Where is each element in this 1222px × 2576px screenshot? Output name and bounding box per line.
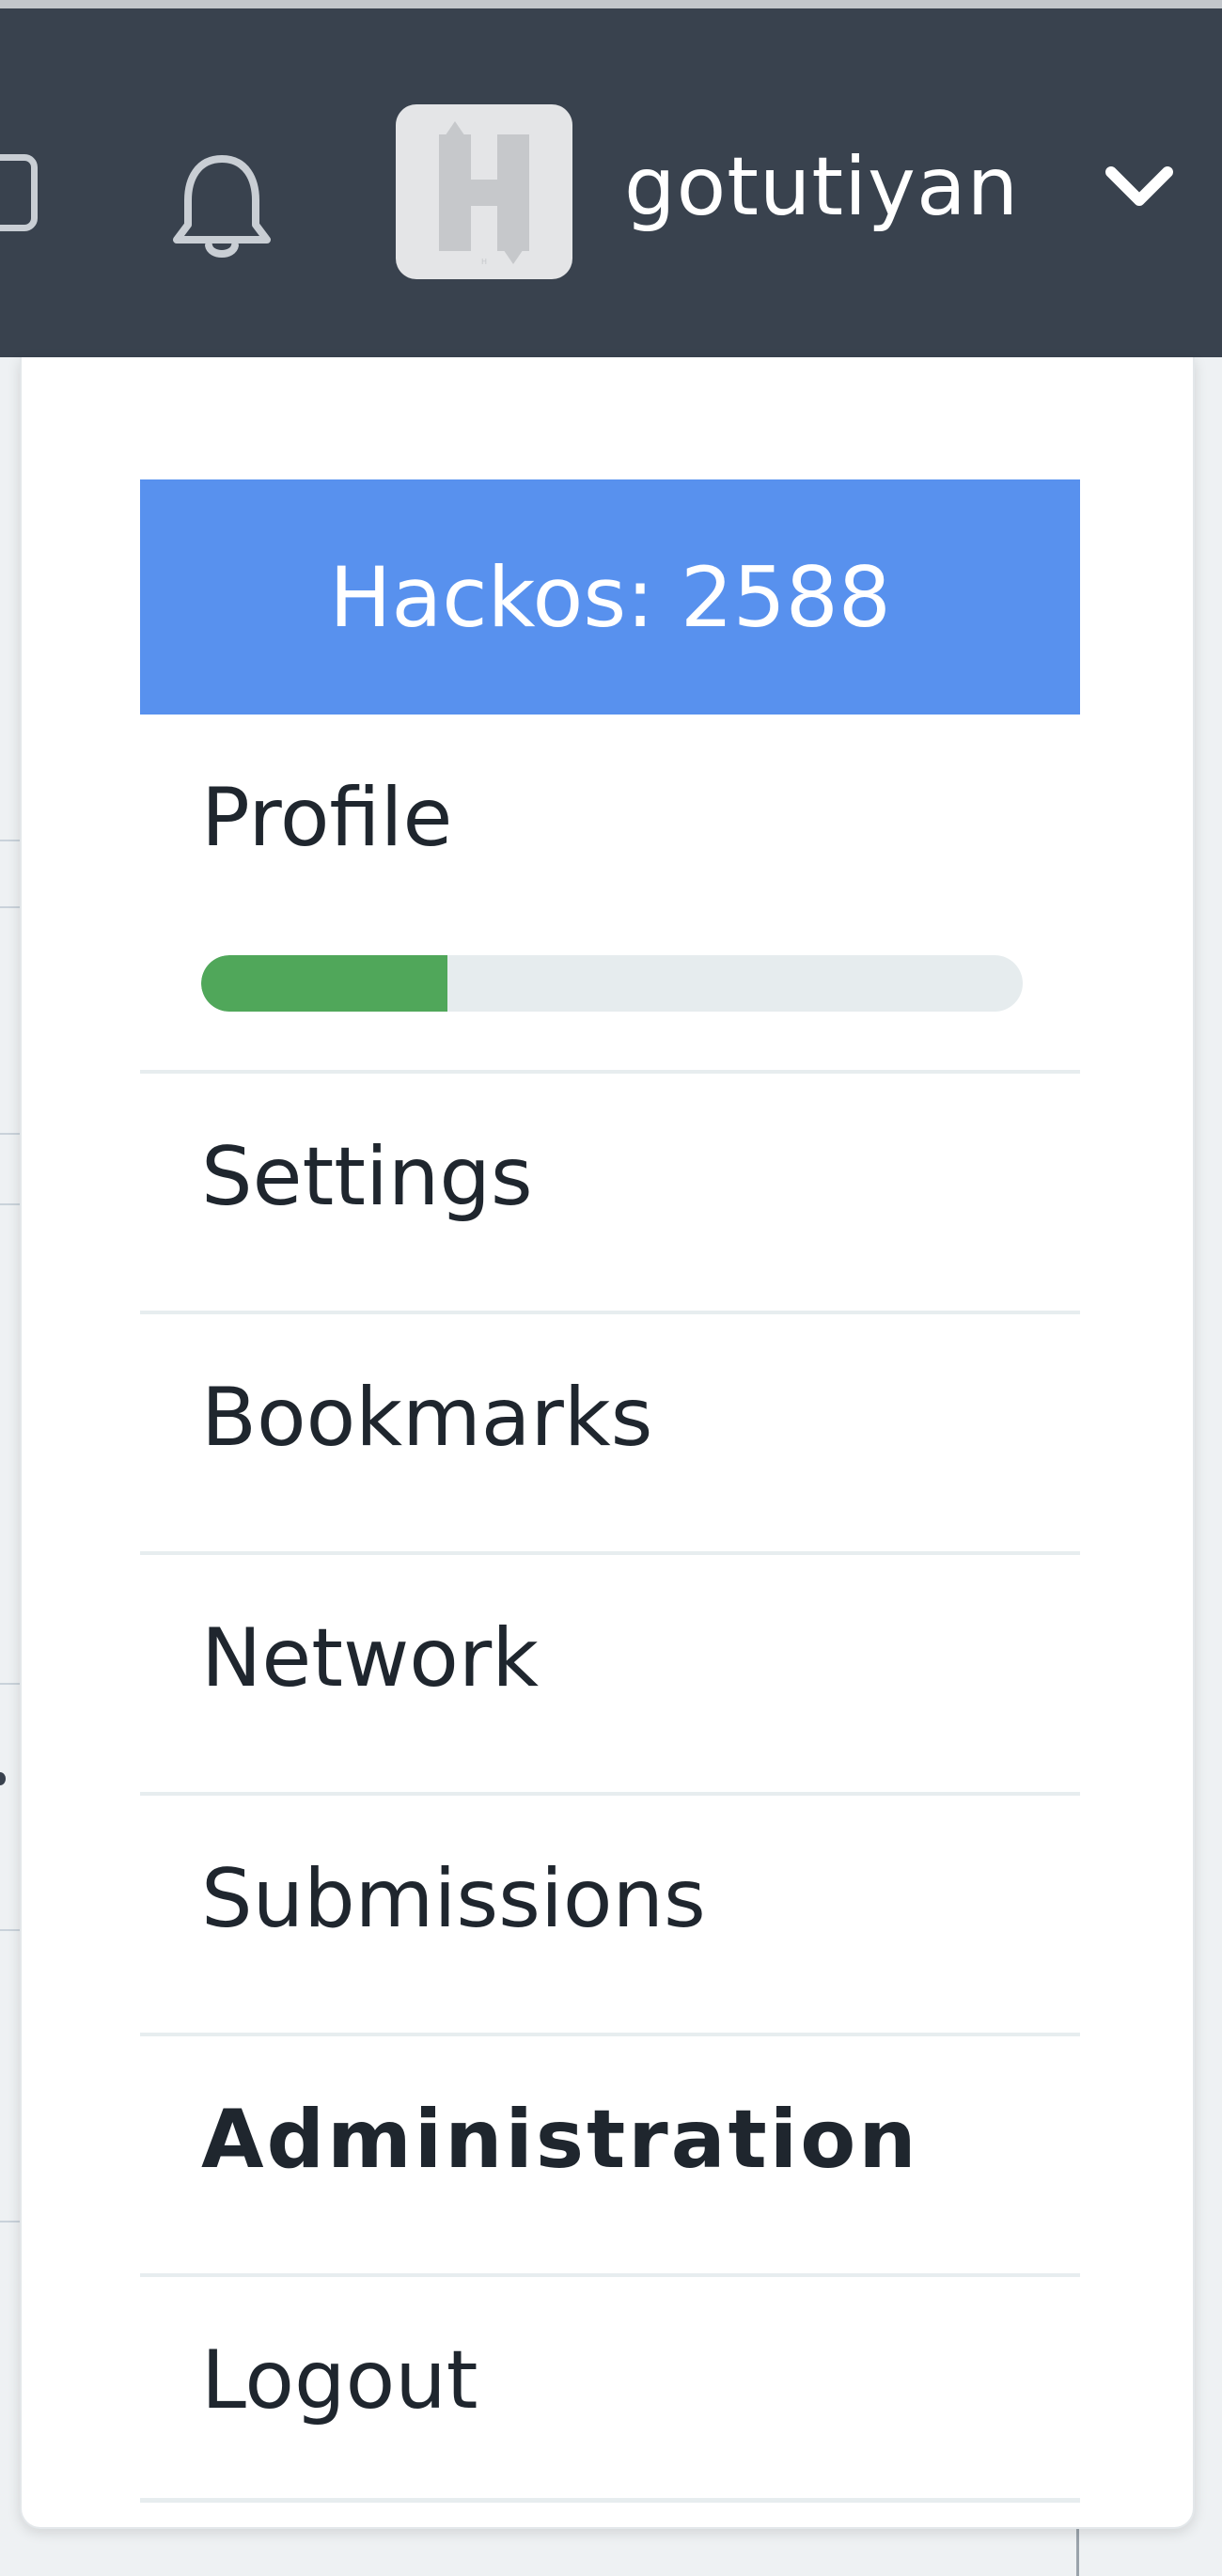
chevron-down-icon[interactable] bbox=[1102, 161, 1177, 213]
menu-item-settings[interactable]: Settings bbox=[140, 1074, 1080, 1314]
avatar-logo-icon: H bbox=[439, 121, 529, 266]
user-dropdown-menu: Hackos: 2588 Profile Settings Bookmarks … bbox=[20, 357, 1195, 2529]
menu-item-label: Settings bbox=[201, 1130, 533, 1224]
background-dot bbox=[0, 1772, 6, 1785]
menu-item-submissions[interactable]: Submissions bbox=[140, 1796, 1080, 2036]
menu-item-network[interactable]: Network bbox=[140, 1555, 1080, 1796]
menu-item-label: Network bbox=[201, 1611, 540, 1705]
menu-item-administration[interactable]: Administration bbox=[140, 2036, 1080, 2277]
bell-icon[interactable] bbox=[169, 151, 274, 260]
menu-item-label: Profile bbox=[201, 771, 453, 865]
profile-progress-fill bbox=[201, 955, 448, 1012]
menu-item-bookmarks[interactable]: Bookmarks bbox=[140, 1314, 1080, 1555]
avatar[interactable]: H bbox=[396, 104, 572, 279]
menu-item-logout[interactable]: Logout bbox=[140, 2277, 1080, 2503]
username[interactable]: gotutiyan bbox=[624, 140, 1019, 234]
menu-item-label: Administration bbox=[201, 2093, 919, 2187]
square-icon[interactable] bbox=[0, 154, 38, 231]
menu-item-label: Logout bbox=[201, 2333, 478, 2427]
svg-text:H: H bbox=[481, 258, 487, 266]
menu-item-label: Submissions bbox=[201, 1852, 706, 1946]
profile-progress-bar bbox=[201, 955, 1023, 1012]
hackos-balance[interactable]: Hackos: 2588 bbox=[140, 479, 1080, 715]
menu-item-profile[interactable]: Profile bbox=[140, 715, 1080, 1074]
top-navigation-bar: H gotutiyan bbox=[0, 0, 1222, 357]
menu-item-label: Bookmarks bbox=[201, 1371, 653, 1465]
